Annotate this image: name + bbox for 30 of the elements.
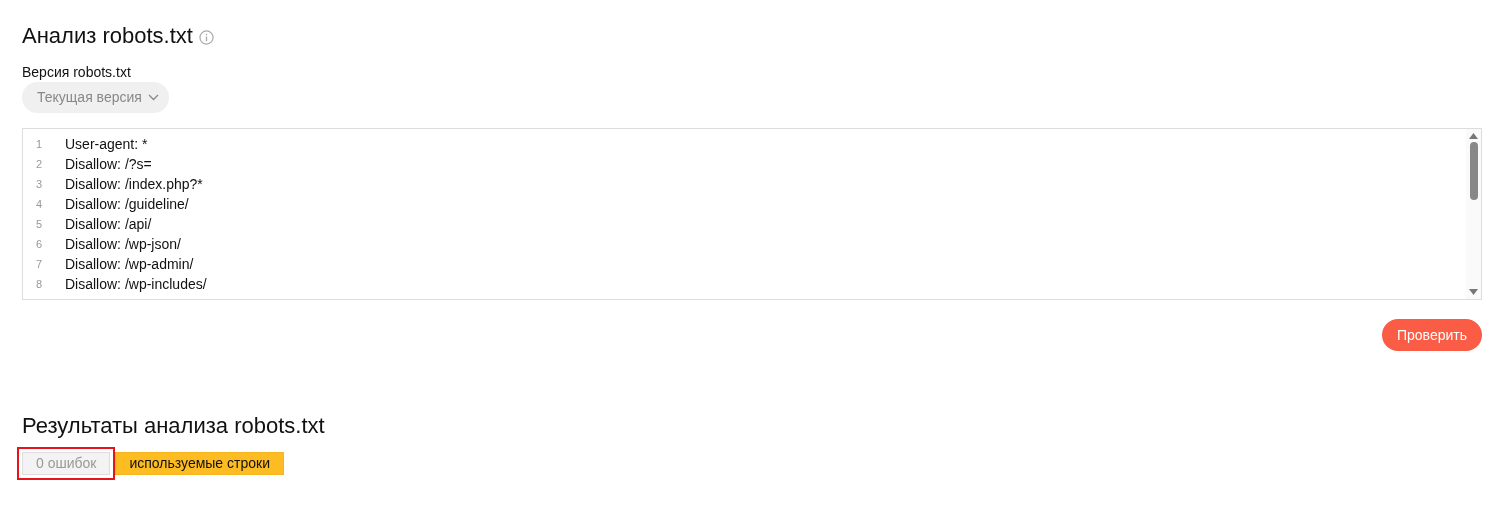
code-line: User-agent: * xyxy=(65,134,148,154)
robots-editor[interactable]: 1 User-agent: * 2 Disallow: /?s= 3 Disallow: /index.php?* 4 Disallow: /guideline/ 5 Disallow: /api/ 6 Disallow: /wp-json/ 7 Disallow: /wp-admin/ 8 Disallow: /wp-includes/ xyxy=(22,128,1482,300)
arrow-down-icon xyxy=(1469,289,1478,295)
line-number: 2 xyxy=(36,156,44,172)
line-number: 1 xyxy=(36,136,44,152)
line-number: 7 xyxy=(36,256,44,272)
arrow-up-icon xyxy=(1469,133,1478,139)
line-number: 8 xyxy=(36,276,44,292)
line-number: 5 xyxy=(36,216,44,232)
scrollbar[interactable] xyxy=(1466,129,1481,299)
code-line: Disallow: /wp-includes/ xyxy=(65,274,207,294)
results-title: Результаты анализа robots.txt xyxy=(22,414,326,438)
line-number: 4 xyxy=(36,196,44,212)
field-label: Версия robots.txt xyxy=(22,63,132,81)
code-line: Disallow: /api/ xyxy=(65,214,152,234)
page-title: Анализ robots.txt xyxy=(22,24,193,48)
code-line: Disallow: /index.php?* xyxy=(65,174,203,194)
code-line: Disallow: /wp-json/ xyxy=(65,234,181,254)
line-number: 6 xyxy=(36,236,44,252)
chevron-down-icon xyxy=(147,94,159,101)
result-tab[interactable]: 0 ошибок xyxy=(22,452,111,475)
result-tab[interactable]: используемые строки xyxy=(115,452,284,475)
version-dropdown[interactable]: Текущая версия xyxy=(22,82,169,113)
scrollbar-thumb[interactable] xyxy=(1469,142,1478,200)
code-line: Disallow: /wp-admin/ xyxy=(65,254,194,274)
code-line: Disallow: /guideline/ xyxy=(65,194,189,214)
check-button[interactable]: Проверить xyxy=(1382,319,1482,351)
line-number: 3 xyxy=(36,176,44,192)
info-icon[interactable] xyxy=(198,29,214,45)
code-line: Disallow: /?s= xyxy=(65,154,152,174)
